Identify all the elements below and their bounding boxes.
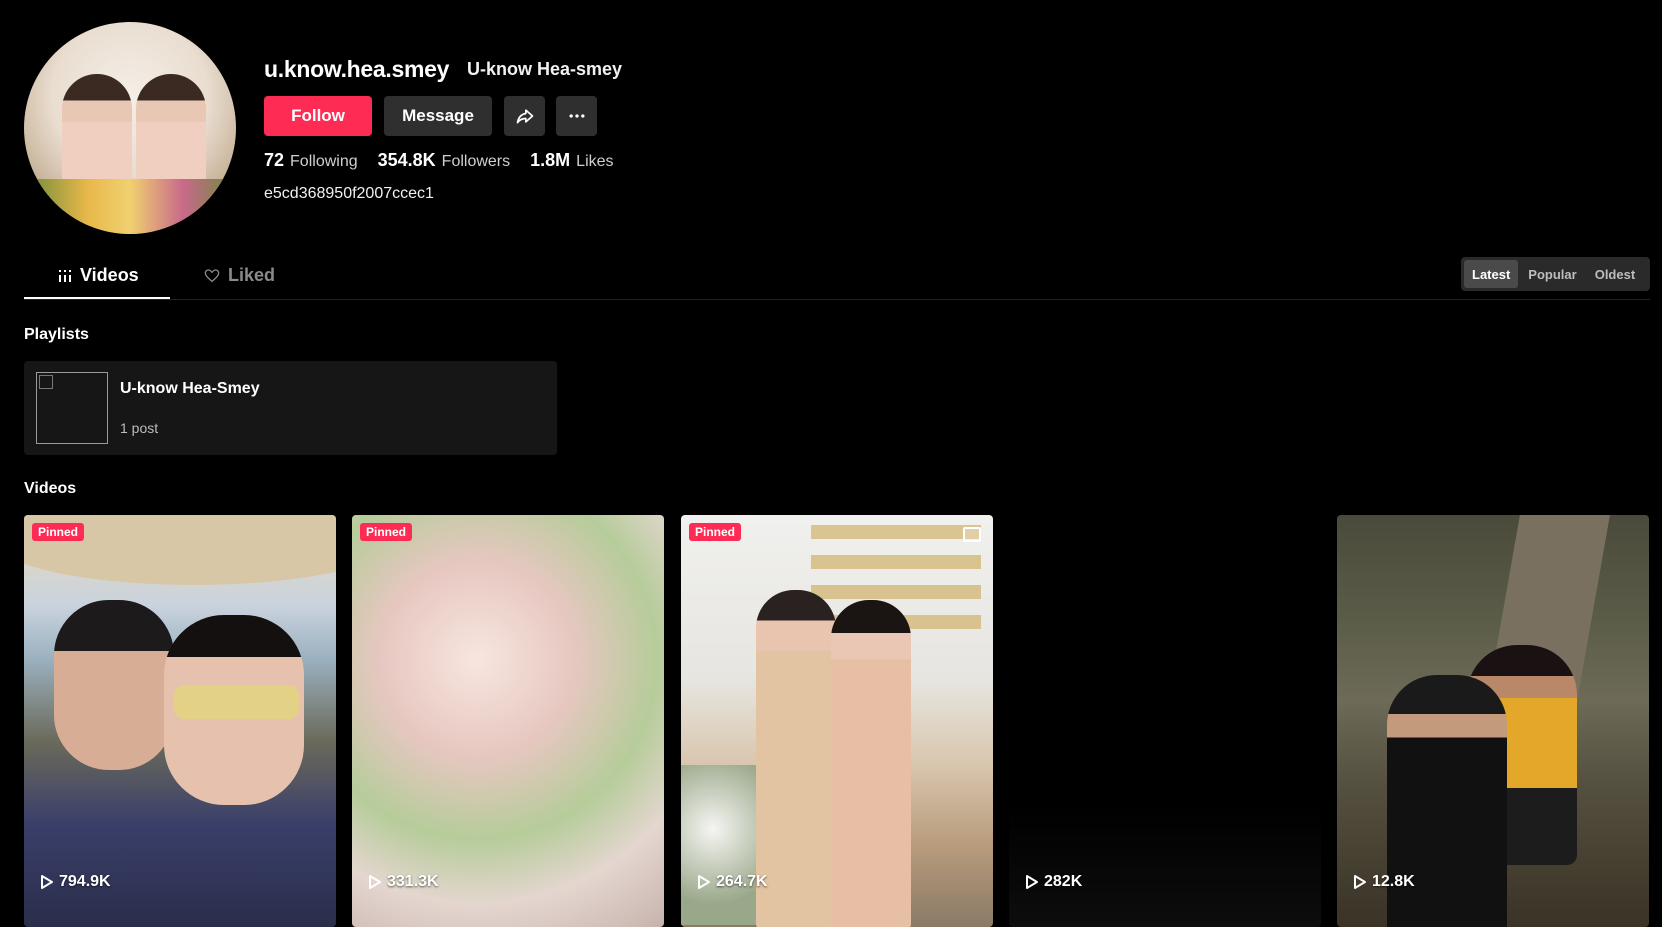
pinned-badge: Pinned (32, 523, 85, 541)
tab-videos-label: Videos (80, 265, 139, 285)
ellipsis-icon (569, 114, 584, 118)
pinned-badge: Pinned (360, 523, 413, 541)
view-count: 264.7K (697, 873, 768, 891)
tabs-divider (24, 299, 1650, 300)
view-count: 282K (1025, 873, 1082, 891)
video-thumbnail-glasses (174, 685, 299, 719)
view-count: 794.9K (40, 873, 111, 891)
broken-image-icon (39, 375, 53, 389)
stat-likes: 1.8M Likes (530, 150, 613, 171)
video-thumbnail-flowers (681, 765, 761, 925)
video-card[interactable]: 12.8K (1337, 515, 1649, 927)
video-thumbnail-person (756, 590, 836, 927)
sort-popular[interactable]: Popular (1520, 260, 1584, 288)
avatar-figure-right (136, 74, 206, 194)
play-icon (1026, 875, 1038, 889)
playlist-thumbnail (36, 372, 108, 444)
view-count-text: 331.3K (387, 873, 439, 890)
share-button[interactable] (504, 96, 545, 136)
view-count-text: 264.7K (716, 873, 768, 890)
message-button[interactable]: Message (384, 96, 492, 136)
avatar-figure-left (62, 74, 132, 194)
video-card[interactable]: Pinned 331.3K (352, 515, 664, 927)
profile-avatar[interactable] (24, 22, 236, 234)
sort-toggle: Latest Popular Oldest (1461, 257, 1650, 291)
stat-following[interactable]: 72 Following (264, 150, 358, 171)
view-count-text: 12.8K (1372, 873, 1415, 890)
followers-count: 354.8K (377, 150, 436, 170)
playlist-card[interactable]: U-know Hea-Smey 1 post (24, 361, 557, 455)
view-count-text: 794.9K (59, 873, 111, 890)
video-card[interactable]: Pinned 794.9K (24, 515, 336, 927)
photo-carousel-icon (963, 527, 981, 542)
video-card[interactable]: 282K (1009, 515, 1321, 927)
play-icon (698, 875, 710, 889)
follow-button[interactable]: Follow (264, 96, 372, 136)
profile-stats: 72 Following 354.8K Followers 1.8M Likes (264, 150, 614, 171)
play-icon (369, 875, 381, 889)
likes-label: Likes (576, 153, 614, 170)
followers-label: Followers (441, 153, 511, 170)
profile-nickname: U-know Hea-smey (467, 59, 623, 79)
videos-heading: Videos (24, 480, 77, 497)
tab-liked-label: Liked (228, 265, 276, 285)
tab-videos[interactable]: Videos (58, 265, 139, 286)
playlists-heading: Playlists (24, 326, 89, 343)
tab-liked[interactable]: Liked (204, 265, 275, 286)
playlist-name: U-know Hea-Smey (120, 380, 260, 397)
view-count: 12.8K (1353, 873, 1415, 891)
video-card[interactable]: Pinned 264.7K (681, 515, 993, 927)
play-icon (41, 875, 53, 889)
stat-followers[interactable]: 354.8K Followers (378, 150, 511, 171)
following-count: 72 (264, 150, 285, 170)
heart-icon (204, 268, 220, 282)
likes-count: 1.8M (530, 150, 571, 170)
sort-latest[interactable]: Latest (1464, 260, 1519, 288)
avatar-flowers (24, 179, 236, 234)
profile-bio: e5cd368950f2007ccec1 (264, 185, 434, 202)
view-count: 331.3K (368, 873, 439, 891)
profile-username: u.know.hea.smey (264, 56, 450, 82)
share-icon (516, 109, 533, 124)
sort-oldest[interactable]: Oldest (1587, 260, 1643, 288)
profile-page: u.know.hea.smey U-know Hea-smey Follow M… (0, 0, 1662, 927)
more-options-button[interactable] (556, 96, 597, 136)
video-thumbnail-person (54, 600, 174, 770)
play-icon (1354, 875, 1366, 889)
video-thumbnail-person (831, 600, 911, 927)
grid-icon (59, 269, 71, 282)
playlist-post-count: 1 post (120, 420, 159, 436)
view-count-text: 282K (1044, 873, 1083, 890)
pinned-badge: Pinned (689, 523, 742, 541)
following-label: Following (290, 153, 358, 170)
